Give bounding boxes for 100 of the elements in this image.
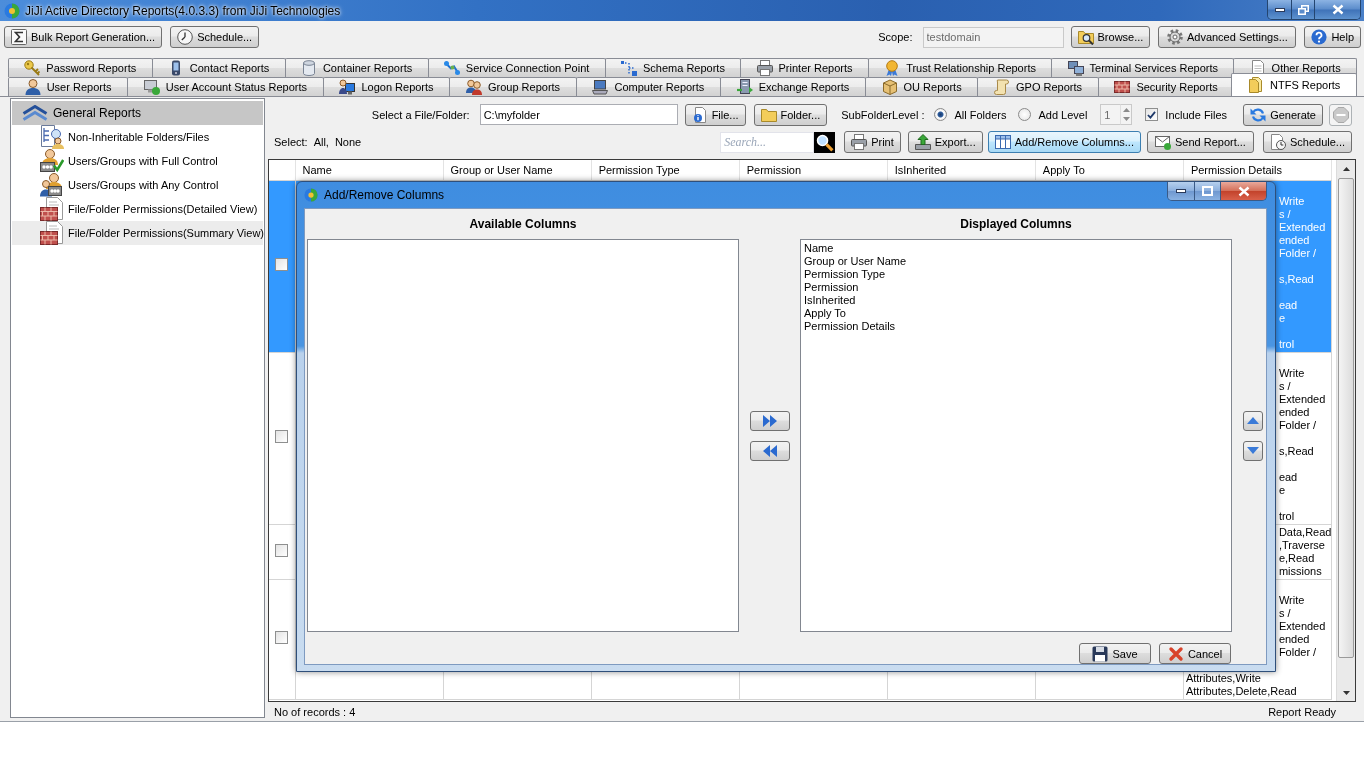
close-button[interactable] xyxy=(1220,182,1266,200)
close-icon xyxy=(1237,185,1250,197)
tab[interactable]: Group Reports xyxy=(449,77,577,96)
close-icon xyxy=(1331,4,1344,15)
folder-icon xyxy=(760,106,777,123)
schedule-button[interactable]: Schedule... xyxy=(170,26,260,48)
sidebar-item[interactable]: File/Folder Permissions(Summary View) xyxy=(12,221,263,245)
tab[interactable]: Logon Reports xyxy=(322,77,451,96)
radio-button[interactable] xyxy=(934,108,948,121)
path-label: Select a File/Folder: xyxy=(371,108,470,121)
column-header[interactable]: Permission Type xyxy=(591,160,740,180)
cancel-button[interactable]: Cancel xyxy=(1159,643,1231,664)
ribbon-icon xyxy=(884,60,901,76)
gear-icon xyxy=(1166,29,1183,45)
tab[interactable]: Schema Reports xyxy=(604,58,742,77)
checkbox-label[interactable]: Include Files xyxy=(1165,108,1228,121)
restore-icon xyxy=(1297,4,1309,15)
permission-details-text: Write s / Extended ended Folder / s,Read ead e trol xyxy=(1278,193,1327,351)
list-item[interactable]: Permission Details xyxy=(804,320,1228,333)
sidebar-item[interactable]: File/Folder Permissions(Detailed View) xyxy=(12,197,263,221)
tab[interactable]: Exchange Reports xyxy=(720,77,866,96)
tab[interactable]: User Reports xyxy=(8,77,129,96)
column-header[interactable]: Apply To xyxy=(1035,160,1184,180)
checkbox[interactable] xyxy=(275,631,288,644)
sidebar-item[interactable]: Users/Groups with Full Control xyxy=(12,149,263,173)
search-icon xyxy=(814,131,836,153)
restore-button[interactable] xyxy=(1291,0,1314,19)
radio-label[interactable]: Add Level xyxy=(1038,108,1088,121)
minimize-button[interactable] xyxy=(1268,0,1291,19)
window-title: JiJi Active Directory Reports(4.0.3.3) from JiJi Technologies xyxy=(25,3,341,18)
search-field[interactable]: Search... xyxy=(720,131,815,153)
columns-button[interactable]: Add/Remove Columns... xyxy=(987,131,1141,153)
link[interactable]: None xyxy=(334,136,362,148)
vertical-scrollbar[interactable] xyxy=(1336,160,1355,701)
browse-button[interactable]: Browse... xyxy=(1070,26,1151,48)
move-right-button[interactable] xyxy=(749,410,790,431)
list-item[interactable]: Group or User Name xyxy=(804,255,1228,268)
path-field[interactable]: C:\myfolder xyxy=(479,104,678,125)
tab[interactable]: Password Reports xyxy=(8,58,153,77)
box-icon xyxy=(881,79,898,95)
maximize-icon xyxy=(1202,186,1213,196)
cross-icon xyxy=(1167,645,1184,662)
move-down-button[interactable] xyxy=(1243,440,1263,461)
save-button[interactable]: Save xyxy=(1079,643,1151,664)
help-button[interactable]: Help xyxy=(1304,26,1361,48)
column-header[interactable]: Permission xyxy=(739,160,888,180)
tab[interactable]: Trust Relationship Reports xyxy=(867,58,1053,77)
bulk-report-button[interactable]: Bulk Report Generation... xyxy=(4,26,163,48)
checkbox[interactable] xyxy=(275,258,288,271)
move-up-button[interactable] xyxy=(1243,410,1263,431)
tab[interactable]: GPO Reports xyxy=(977,77,1099,96)
clock-icon xyxy=(177,29,194,45)
column-header[interactable]: IsInherited xyxy=(887,160,1036,180)
caret-down-icon xyxy=(1122,117,1130,122)
column-header[interactable]: Group or User Name xyxy=(443,160,592,180)
settings-button[interactable]: Advanced Settings... xyxy=(1158,26,1297,48)
minimize-button[interactable] xyxy=(1168,182,1194,200)
tab[interactable]: Contact Reports xyxy=(151,58,286,77)
move-left-button[interactable] xyxy=(749,440,790,461)
server-icon xyxy=(736,79,753,95)
column-header[interactable]: Permission Details xyxy=(1183,160,1332,180)
list-box[interactable]: Name Group or User Name Permission Type Permission IsInherited Apply To Permission Details xyxy=(800,239,1232,632)
list-item[interactable]: Permission Type xyxy=(804,268,1228,281)
link[interactable]: All, xyxy=(313,136,329,148)
tab[interactable]: User Account Status Reports xyxy=(127,77,324,96)
search-button[interactable] xyxy=(814,131,836,153)
checkbox[interactable] xyxy=(1145,108,1159,121)
list-item[interactable]: Permission xyxy=(804,281,1228,294)
tab[interactable]: Printer Reports xyxy=(740,58,869,77)
sidebar-item[interactable]: Users/Groups with Any Control xyxy=(12,173,263,197)
column-header[interactable]: Name xyxy=(295,160,444,180)
print-button[interactable]: Print xyxy=(844,131,901,153)
close-button[interactable] xyxy=(1314,0,1360,19)
help-icon xyxy=(1311,29,1328,45)
generate-button[interactable]: Generate xyxy=(1243,103,1323,126)
checkbox[interactable] xyxy=(275,543,288,557)
radio-label[interactable]: All Folders xyxy=(954,108,1007,121)
tab[interactable]: Container Reports xyxy=(284,58,429,77)
group-header[interactable]: General Reports xyxy=(12,101,263,125)
user-monitor-icon xyxy=(339,79,356,95)
double-arrow-left-icon xyxy=(762,444,777,457)
export-button[interactable]: Export... xyxy=(907,131,983,153)
tab[interactable]: Terminal Services Reports xyxy=(1051,58,1235,77)
tab[interactable]: Service Connection Point xyxy=(427,58,606,77)
scroll-thumb[interactable] xyxy=(1338,178,1354,658)
list-item[interactable]: IsInherited xyxy=(804,294,1228,307)
send-report-button[interactable]: Send Report... xyxy=(1146,131,1254,153)
schedule-button[interactable]: Schedule... xyxy=(1262,131,1352,153)
radio-button[interactable] xyxy=(1018,108,1032,121)
sidebar-item[interactable]: Non-Inheritable Folders/Files xyxy=(12,125,263,149)
tab[interactable]: Computer Reports xyxy=(575,77,722,96)
list-item[interactable]: Name xyxy=(804,242,1228,255)
list-item[interactable]: Apply To xyxy=(804,307,1228,320)
folder-button[interactable]: Folder... xyxy=(753,103,828,126)
tab[interactable]: OU Reports xyxy=(864,77,979,96)
folder-search-icon xyxy=(1077,29,1094,45)
file-button[interactable]: File... xyxy=(684,103,746,126)
scroll-icon xyxy=(994,79,1010,95)
maximize-button[interactable] xyxy=(1194,182,1220,200)
checkbox[interactable] xyxy=(275,430,288,443)
